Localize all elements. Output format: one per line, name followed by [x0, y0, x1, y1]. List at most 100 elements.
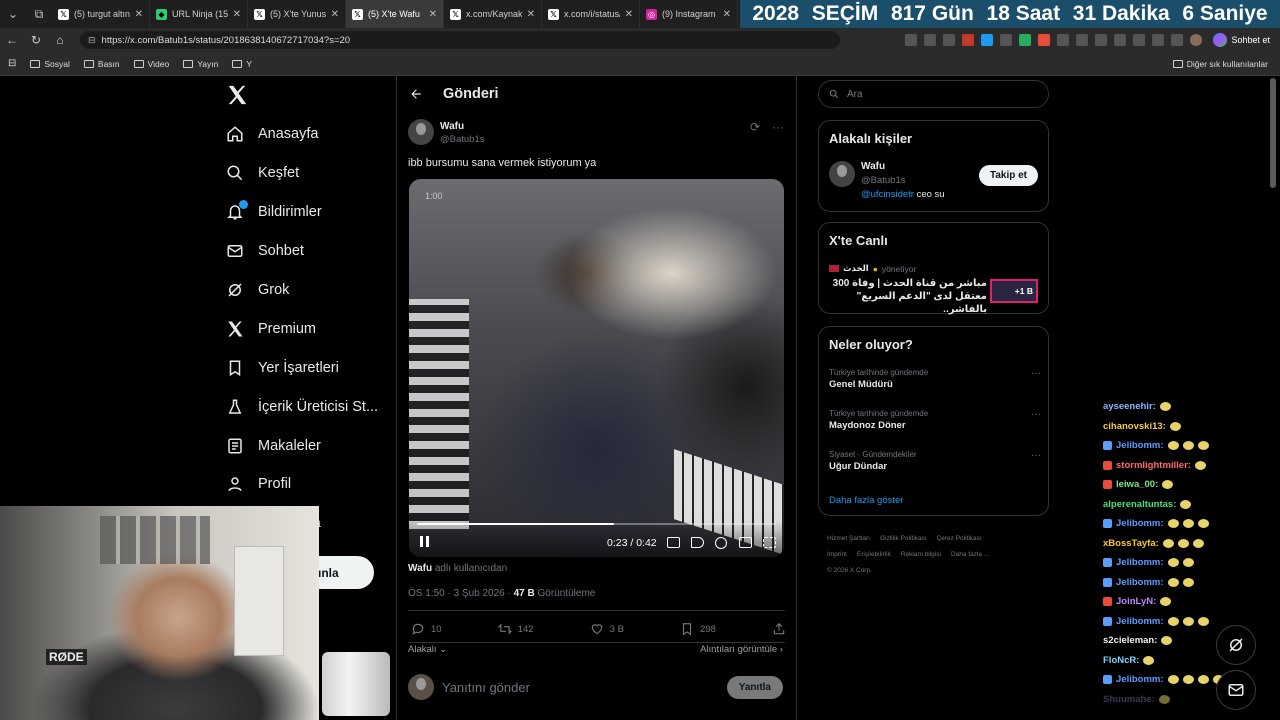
chat-username[interactable]: FloNcR:: [1103, 655, 1139, 666]
volume-icon[interactable]: [691, 537, 704, 548]
sort-dropdown[interactable]: Alakalı ⌄: [408, 644, 447, 655]
extension-icon[interactable]: [1019, 34, 1032, 46]
chat-username[interactable]: s2cieleman:: [1103, 635, 1157, 646]
chat-username[interactable]: Jelibomm:: [1116, 518, 1164, 529]
extension-icon[interactable]: [1038, 34, 1051, 46]
nav-item-9[interactable]: Makaleler: [226, 437, 321, 455]
like-button[interactable]: 3 B: [590, 622, 624, 636]
bookmark-toggle-icon[interactable]: ⊟: [8, 58, 16, 69]
related-user-handle[interactable]: @Batub1s: [861, 175, 945, 186]
site-info-icon[interactable]: ⊟: [88, 35, 96, 46]
chat-username[interactable]: leiwa_00:: [1116, 479, 1158, 490]
chat-username[interactable]: Jelibomm:: [1116, 674, 1164, 685]
app-icon[interactable]: [905, 34, 918, 46]
reply-input[interactable]: Yanıtını gönder: [442, 680, 719, 695]
post-timestamp[interactable]: ÖS 1:50 · 3 Şub 2026 ·: [408, 588, 511, 599]
close-tab-icon[interactable]: ✕: [625, 9, 633, 20]
footer-link[interactable]: Hizmet Şartları: [827, 535, 870, 542]
browser-tab[interactable]: 𝕏 (5) X'te Yunus Pal ✕: [248, 0, 346, 28]
nav-item-7[interactable]: Yer İşaretleri: [226, 359, 339, 377]
bookmark-folder[interactable]: Basın: [83, 59, 120, 69]
close-tab-icon[interactable]: ✕: [527, 9, 535, 20]
bio-mention-link[interactable]: @ufcinsidetr: [861, 189, 914, 200]
browser-tab[interactable]: 𝕏 (5) turgut altınok ✕: [52, 0, 150, 28]
nav-item-4[interactable]: Sohbet: [226, 242, 304, 260]
browser-tab[interactable]: ◎ (9) Instagram ✕: [640, 0, 738, 28]
nav-item-10[interactable]: Profil: [226, 475, 291, 493]
messages-float-button[interactable]: [1216, 670, 1256, 710]
extension-icon[interactable]: [962, 34, 975, 46]
more-options-icon[interactable]: ···: [1031, 450, 1041, 461]
favorites-icon[interactable]: [1114, 34, 1127, 46]
post-author[interactable]: Wafu @Batub1s: [408, 119, 485, 145]
pause-icon[interactable]: [417, 536, 431, 550]
favorite-star-icon[interactable]: [943, 34, 956, 46]
chat-username[interactable]: Shuumahe:: [1103, 694, 1155, 705]
reload-icon[interactable]: ↻: [24, 33, 48, 47]
video-source-user[interactable]: Wafu: [408, 563, 432, 574]
collections-icon[interactable]: [1133, 34, 1146, 46]
close-tab-icon[interactable]: ✕: [135, 9, 143, 20]
chat-username[interactable]: ayseenehir:: [1103, 401, 1156, 412]
grok-float-button[interactable]: [1216, 625, 1256, 665]
x-logo-icon[interactable]: [226, 84, 248, 106]
close-tab-icon[interactable]: ✕: [429, 9, 437, 20]
nav-item-1[interactable]: Anasayfa: [226, 125, 318, 143]
chat-username[interactable]: xBossTayfa:: [1103, 538, 1159, 549]
copilot-chat-button[interactable]: Sohbet et: [1209, 33, 1274, 47]
profile-avatar[interactable]: [1190, 34, 1203, 46]
chat-username[interactable]: alperenaltuntas:: [1103, 499, 1176, 510]
more-icon[interactable]: [1171, 34, 1184, 46]
footer-link[interactable]: Çerez Politikası: [937, 535, 982, 542]
search-input[interactable]: Ara: [818, 80, 1049, 108]
author-avatar[interactable]: [408, 119, 434, 145]
browser-tab[interactable]: 𝕏x.com/i/status/20 ✕: [542, 0, 640, 28]
grok-icon[interactable]: ⟳: [750, 120, 760, 134]
chat-username[interactable]: Jelibomm:: [1116, 557, 1164, 568]
share-button[interactable]: [772, 622, 786, 636]
extension-icon[interactable]: [981, 34, 994, 46]
chat-username[interactable]: JoinLyN:: [1116, 596, 1156, 607]
extensions-puzzle-icon[interactable]: [1057, 34, 1070, 46]
related-user[interactable]: Wafu @Batub1s @ufcinsidetr ceo su: [829, 161, 945, 200]
split-screen-icon[interactable]: [1076, 34, 1089, 46]
trend-item[interactable]: Türkiye tarihinde gündemde Genel Müdürü …: [829, 368, 1041, 390]
footer-link[interactable]: Erişilebilirlik: [857, 551, 891, 558]
footer-link[interactable]: © 2026 X Corp.: [827, 567, 872, 574]
trend-item[interactable]: Siyaset · Gündemdekiler Uğur Dündar ···: [829, 450, 1041, 472]
repost-button[interactable]: 142: [497, 622, 534, 636]
footer-link[interactable]: Gizlilik Politikası: [880, 535, 927, 542]
reply-button[interactable]: 10: [411, 622, 442, 636]
more-options-icon[interactable]: ···: [1031, 368, 1041, 379]
reply-submit-button[interactable]: Yanıtla: [726, 675, 783, 699]
nav-item-3[interactable]: Bildirimler: [226, 200, 322, 221]
show-more-link[interactable]: Daha fazla göster: [829, 495, 903, 506]
downloads-icon[interactable]: [1152, 34, 1165, 46]
bookmark-button[interactable]: 298: [680, 622, 716, 636]
trend-item[interactable]: Türkiye tarihinde gündemde Maydonoz Döne…: [829, 409, 1041, 431]
chat-username[interactable]: Jelibomm:: [1116, 440, 1164, 451]
related-user-name[interactable]: Wafu: [861, 161, 945, 172]
close-tab-icon[interactable]: ✕: [723, 9, 731, 20]
chat-username[interactable]: Jelibomm:: [1116, 577, 1164, 588]
live-listeners-badge[interactable]: +1 B: [990, 279, 1038, 303]
bookmark-folder[interactable]: Video: [133, 59, 169, 69]
nav-item-8[interactable]: İçerik Üreticisi St...: [226, 398, 378, 416]
video-player[interactable]: 1:00 0:23 / 0:42: [409, 179, 784, 557]
tab-actions-chevron-icon[interactable]: ⌄: [0, 0, 26, 28]
bookmark-folder[interactable]: Sosyal: [30, 59, 70, 69]
url-field[interactable]: ⊟ https://x.com/Batub1s/status/201863814…: [80, 31, 840, 49]
user-avatar[interactable]: [408, 674, 434, 700]
browser-tab[interactable]: 𝕏x.com/KaynakNe ✕: [444, 0, 542, 28]
live-stream-title[interactable]: مباشر من قناة الحدث | وفاة 300 معتقل لدى…: [829, 277, 987, 316]
more-options-icon[interactable]: ···: [772, 120, 784, 134]
nav-item-2[interactable]: Keşfet: [226, 164, 299, 182]
nav-item-6[interactable]: Premium: [226, 320, 316, 338]
bookmark-folder[interactable]: Yayın: [183, 59, 218, 69]
footer-link[interactable]: Reklam bilgisi: [901, 551, 941, 558]
chat-username[interactable]: cihanovski13:: [1103, 421, 1166, 432]
captions-icon[interactable]: [667, 537, 680, 548]
live-host[interactable]: الحدث ● yönetiyor: [829, 263, 916, 274]
back-icon[interactable]: ←: [0, 33, 24, 47]
back-arrow-icon[interactable]: [409, 87, 423, 101]
